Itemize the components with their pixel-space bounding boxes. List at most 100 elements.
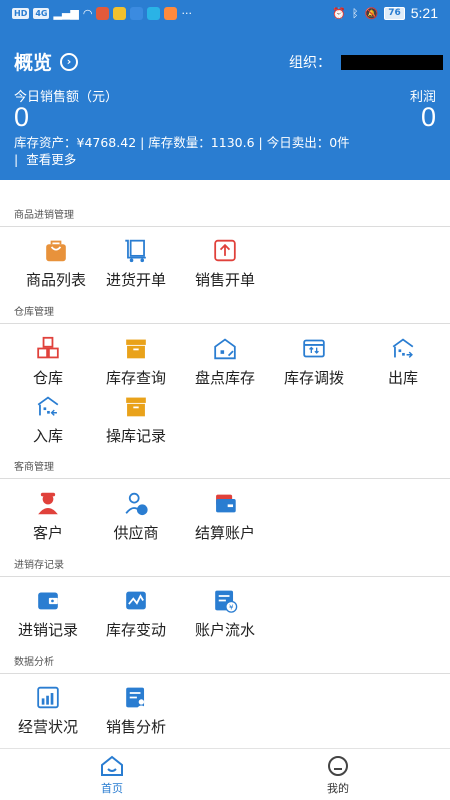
purchase-order-label: 进货开单 [105,271,166,289]
bluetooth-icon: ᛒ [351,6,359,20]
transfer-box-icon [303,339,325,358]
stock-change-button[interactable]: 库存变动 [91,588,181,640]
ledger-icon: ¥ [215,590,238,613]
customer-label: 客户 [32,524,63,542]
sales-order-button[interactable]: 销售开单 [180,238,270,290]
warehouse-label: 仓库 [32,369,63,387]
stock-query-button[interactable]: 库存查询 [91,336,181,388]
inbound-button[interactable]: 入库 [3,394,93,446]
supplier-label: 供应商 [113,524,159,542]
separator: | [14,152,19,167]
tab-home[interactable]: 首页 [72,755,152,796]
customer-button[interactable]: 客户 [3,491,93,543]
goods-list-button[interactable]: 商品列表 [11,238,101,290]
wifi-icon: ◠ [82,6,93,20]
upload-box-icon [214,239,236,262]
operation-log-label: 操库记录 [105,427,166,445]
business-status-button[interactable]: 经营状况 [3,685,93,737]
warehouse-edit-icon [214,338,236,360]
divider [0,323,450,324]
app2-notification-icon [164,6,178,20]
bottom-nav: 首页 我的 [0,748,450,800]
battery-indicator: 76 [384,6,405,20]
profit-value: 0 [420,102,436,132]
stock-query-label: 库存查询 [105,369,166,387]
org-label: 组织： [289,55,331,71]
divider [0,478,450,479]
section-title-analysis: 数据分析 [0,652,450,674]
supplier-button[interactable]: 供应商 [91,491,181,543]
box-icon [126,339,146,359]
card-icon [216,494,236,513]
operation-log-button[interactable]: 操库记录 [91,394,181,446]
sales-order-label: 销售开单 [194,271,255,289]
home-icon [101,755,123,776]
chevron-right-icon: › [60,52,79,71]
status-right: ⏰ ᛒ 🔕 76 5:21 [332,5,438,21]
status-left: HD 4G ▂▄▆ ◠ ··· [12,6,192,20]
view-more-link[interactable]: | 查看更多 [14,151,76,168]
section-title-records: 进销存记录 [0,555,450,577]
app-notification-icon [96,6,110,20]
warehouse-in-icon [37,396,59,416]
tab-home-label: 首页 [101,782,123,795]
report-user-icon [126,687,146,709]
divider [0,226,450,227]
tab-mine-label: 我的 [327,782,349,795]
alarm-icon: ⏰ [332,6,346,20]
stocktake-label: 盘点库存 [194,369,255,387]
boxes-icon [37,336,59,359]
page-title: 概览 [14,52,53,74]
sales-analysis-button[interactable]: 销售分析 [91,685,181,737]
box-icon [126,397,146,417]
purchase-sales-record-button[interactable]: 进销记录 [3,588,93,640]
more-notifications-icon: ··· [181,6,192,20]
trend-icon [126,591,146,610]
supplier-icon [125,492,148,516]
inbound-label: 入库 [32,427,63,445]
sales-value: 0 [14,102,30,132]
divider [0,673,450,674]
org-selector[interactable]: 组织： [289,52,443,72]
outbound-button[interactable]: 出库 [358,336,448,388]
hd-indicator: HD [12,7,30,19]
customer-icon [38,492,58,515]
goods-list-label: 商品列表 [25,271,86,289]
purchase-order-button[interactable]: 进货开单 [91,238,181,290]
network-indicator: 4G [33,7,50,19]
status-bar: HD 4G ▂▄▆ ◠ ··· ⏰ ᛒ 🔕 76 5:21 [0,0,450,26]
mail-notification-icon [113,6,127,20]
stock-change-label: 库存变动 [105,621,166,639]
sales-analysis-label: 销售分析 [105,718,166,736]
section-title-goods: 商品进销管理 [0,205,450,227]
sales-label: 今日销售额（元） [14,90,119,105]
svg-text:¥: ¥ [229,602,234,611]
warehouse-button[interactable]: 仓库 [3,336,93,388]
stocktake-button[interactable]: 盘点库存 [180,336,270,388]
mute-icon: 🔕 [364,6,379,20]
section-title-warehouse: 仓库管理 [0,302,450,324]
account-flow-button[interactable]: ¥ 账户流水 [180,588,270,640]
shopping-bag-icon [46,240,66,262]
settlement-account-button[interactable]: 结算账户 [180,491,270,543]
overview-title-button[interactable]: 概览 › [14,48,79,75]
business-status-label: 经营状况 [17,718,78,736]
view-more-label: 查看更多 [26,152,77,167]
overview-header: 概览 › 组织： 今日销售额（元） 利润 0 0 库存资产：¥4768.42 |… [0,26,450,180]
section-title-customers: 客商管理 [0,457,450,479]
tab-mine[interactable]: 我的 [298,755,378,796]
warehouse-out-icon [392,338,414,358]
divider [0,576,450,577]
inventory-stats: 库存资产：¥4768.42 | 库存数量：1130.6 | 今日卖出：0件 [14,135,350,150]
purchase-sales-record-label: 进销记录 [17,621,78,639]
settlement-account-label: 结算账户 [194,524,255,542]
stock-transfer-button[interactable]: 库存调拨 [269,336,359,388]
cart-box-icon [125,239,146,263]
shield-notification-icon [130,6,144,20]
stock-transfer-label: 库存调拨 [283,369,344,387]
account-flow-label: 账户流水 [194,621,255,639]
org-name-redacted [341,54,443,70]
wallet-icon [38,592,58,610]
outbound-label: 出库 [387,369,418,387]
search-notification-icon [147,6,161,20]
